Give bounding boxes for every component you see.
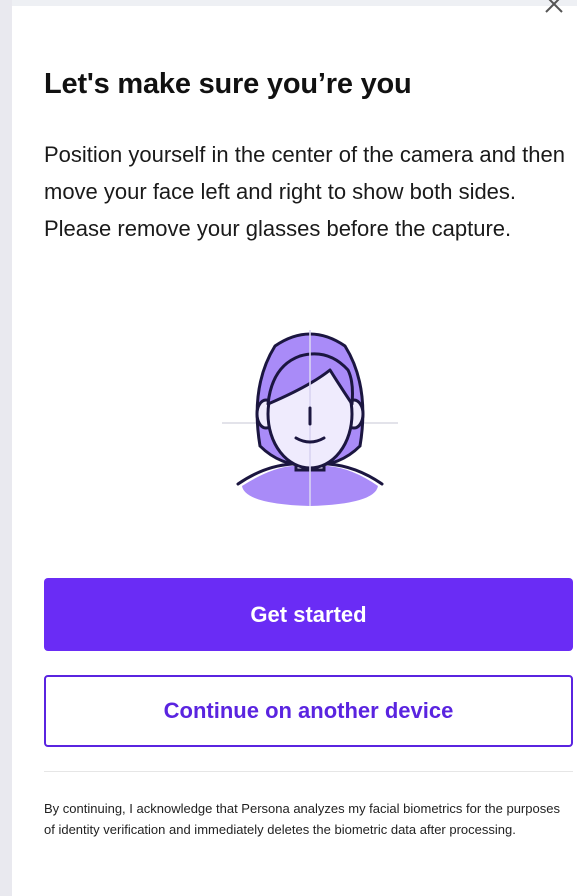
page-title: Let's make sure you’re you bbox=[44, 68, 412, 100]
top-edge bbox=[0, 0, 577, 6]
face-selfie-icon bbox=[220, 326, 400, 512]
get-started-button[interactable]: Get started bbox=[44, 578, 573, 651]
divider bbox=[44, 771, 573, 772]
verification-dialog: Let's make sure you’re you Position your… bbox=[0, 0, 577, 896]
instructions-text: Position yourself in the center of the c… bbox=[44, 142, 565, 241]
continue-on-another-device-button[interactable]: Continue on another device bbox=[44, 675, 573, 747]
biometrics-disclaimer: By continuing, I acknowledge that Person… bbox=[44, 801, 560, 837]
close-icon[interactable] bbox=[542, 0, 566, 16]
left-edge bbox=[0, 0, 12, 896]
